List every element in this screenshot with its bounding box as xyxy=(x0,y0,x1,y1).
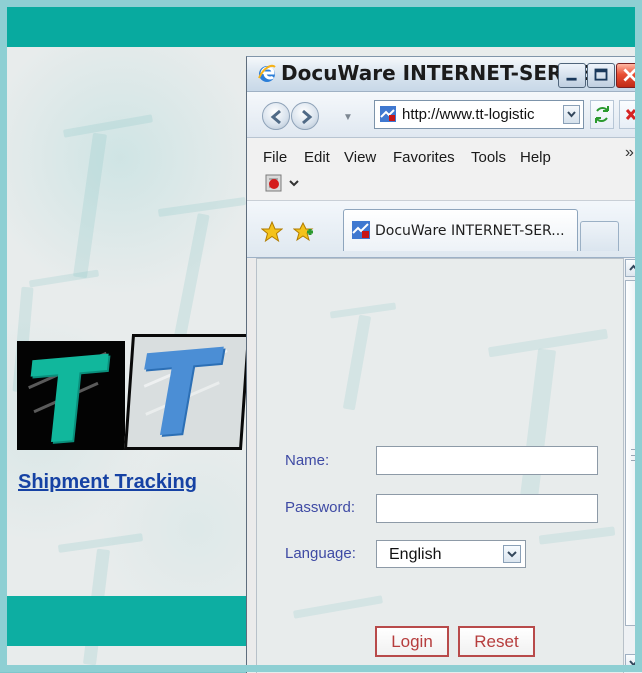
login-button[interactable]: Login xyxy=(375,626,449,657)
browser-content: Name: Password: Language: English Login … xyxy=(256,258,623,673)
forward-arrow-icon xyxy=(302,109,313,125)
back-arrow-icon xyxy=(270,109,281,125)
menu-tools[interactable]: Tools xyxy=(471,149,506,166)
name-input[interactable] xyxy=(376,446,598,475)
add-favorite-icon[interactable] xyxy=(293,221,315,243)
background-brush-stroke xyxy=(28,269,100,288)
tab-bar: DocuWare INTERNET-SER... xyxy=(247,201,642,258)
reset-button[interactable]: Reset xyxy=(458,626,535,657)
background-brush-stroke xyxy=(72,132,108,279)
top-teal-bar xyxy=(7,7,635,47)
logo-green-t: T xyxy=(20,341,102,450)
password-input[interactable] xyxy=(376,494,598,523)
menu-view[interactable]: View xyxy=(344,149,376,166)
content-brush-stroke xyxy=(292,595,384,619)
minimize-button[interactable] xyxy=(558,63,586,88)
scroll-up-button[interactable] xyxy=(625,259,642,277)
refresh-icon xyxy=(595,106,609,123)
site-favicon-icon xyxy=(352,221,370,239)
language-selected-value: English xyxy=(389,546,442,563)
language-label: Language: xyxy=(285,545,356,562)
content-brush-stroke xyxy=(342,314,372,411)
browser-window: DocuWare INTERNET-SERVE... ▼ http://www.… xyxy=(246,56,642,673)
vertical-scrollbar[interactable] xyxy=(623,258,642,673)
language-dropdown-button[interactable] xyxy=(503,545,521,563)
stop-icon xyxy=(625,109,637,120)
content-brush-stroke xyxy=(538,526,616,545)
tab-title: DocuWare INTERNET-SER... xyxy=(375,223,565,239)
history-dropdown[interactable]: ▼ xyxy=(343,112,353,123)
favorites-star-icon[interactable] xyxy=(261,221,283,243)
address-url: http://www.tt-logistic xyxy=(402,106,535,123)
background-brush-stroke xyxy=(172,213,210,347)
shipment-tracking-link[interactable]: Shipment Tracking xyxy=(18,471,197,494)
logo-blue-t: T xyxy=(127,334,219,450)
scrollbar-thumb[interactable] xyxy=(625,280,642,626)
site-favicon-icon xyxy=(380,106,396,122)
stop-button[interactable] xyxy=(619,100,642,129)
active-browser-tab[interactable]: DocuWare INTERNET-SER... xyxy=(343,209,578,251)
menu-favorites[interactable]: Favorites xyxy=(393,149,455,166)
name-label: Name: xyxy=(285,452,330,469)
back-button[interactable] xyxy=(262,102,290,130)
minimize-icon xyxy=(566,77,577,81)
language-select[interactable]: English xyxy=(376,540,526,568)
menu-edit[interactable]: Edit xyxy=(304,149,330,166)
tt-logistics-logo: T T xyxy=(17,334,251,450)
navigation-toolbar: ▼ http://www.tt-logistic xyxy=(247,92,642,138)
scroll-down-button[interactable] xyxy=(625,654,642,672)
internet-explorer-icon xyxy=(258,64,276,82)
menu-file[interactable]: File xyxy=(263,149,287,166)
chevron-down-icon xyxy=(629,660,638,667)
logo-right-panel: T xyxy=(123,334,251,450)
menu-help[interactable]: Help xyxy=(520,149,551,166)
chevron-up-icon xyxy=(629,264,638,271)
close-icon xyxy=(623,68,637,82)
refresh-button[interactable] xyxy=(590,100,614,129)
maximize-icon xyxy=(594,68,608,81)
chevron-down-icon xyxy=(507,551,517,558)
content-brush-stroke xyxy=(519,348,557,500)
menu-overflow-button[interactable]: » xyxy=(625,144,634,162)
address-dropdown-button[interactable] xyxy=(563,105,580,124)
background-brush-stroke xyxy=(62,114,154,138)
password-label: Password: xyxy=(285,499,356,516)
browser-titlebar: DocuWare INTERNET-SERVE... xyxy=(247,57,642,92)
new-tab-button[interactable] xyxy=(580,221,619,251)
logo-left-panel: T xyxy=(17,341,125,450)
maximize-button[interactable] xyxy=(587,63,615,88)
bottom-teal-band xyxy=(7,596,251,646)
pdf-icon[interactable] xyxy=(263,173,301,193)
close-button[interactable] xyxy=(616,63,642,88)
address-bar[interactable]: http://www.tt-logistic xyxy=(374,100,584,129)
scrollbar-grip-icon xyxy=(631,449,636,461)
forward-button[interactable] xyxy=(291,102,319,130)
chevron-down-icon xyxy=(567,111,576,118)
menu-bar: File Edit View Favorites Tools Help » xyxy=(247,138,642,201)
